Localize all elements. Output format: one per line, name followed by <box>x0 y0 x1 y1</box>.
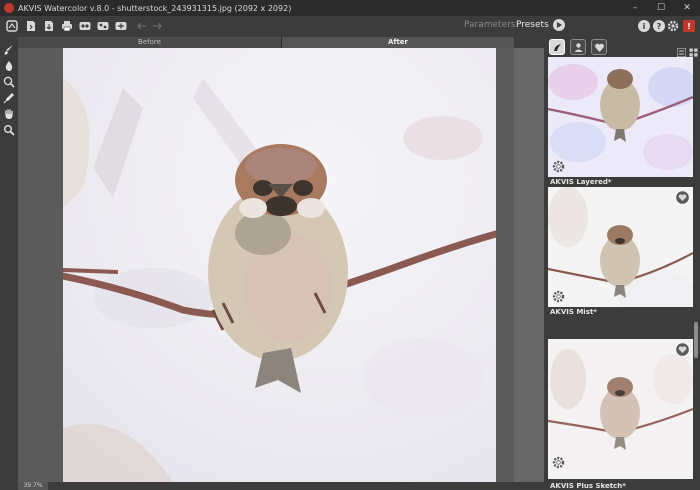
presets-scrollbar[interactable] <box>694 58 698 488</box>
share-icon[interactable] <box>97 20 109 32</box>
favorites-icon[interactable] <box>591 39 607 55</box>
favorite-heart-icon[interactable] <box>676 343 689 356</box>
brush-icon[interactable] <box>3 41 15 55</box>
preset-item[interactable]: AKVIS Layered* <box>548 57 693 187</box>
zoom-level[interactable]: 39.7% <box>18 482 48 490</box>
preset-settings-gear-icon[interactable] <box>552 160 565 173</box>
all-presets-icon[interactable] <box>549 39 565 55</box>
status-bar: 39.7% <box>18 482 544 490</box>
presets-panel: AKVIS Layered* AKVIS Mist* AKVIS Plus Sk… <box>546 36 700 490</box>
eyedropper-icon[interactable] <box>3 89 15 104</box>
settings-gear-icon[interactable] <box>667 20 679 32</box>
batch-icon[interactable] <box>79 20 91 32</box>
info-icon[interactable]: i <box>638 20 650 32</box>
open-file-icon[interactable] <box>25 20 37 32</box>
redo-icon[interactable] <box>151 20 163 32</box>
sponge-icon[interactable] <box>3 73 15 88</box>
preset-settings-gear-icon[interactable] <box>552 456 565 469</box>
close-button[interactable]: ✕ <box>674 0 700 16</box>
preset-name: AKVIS Plus Sketch* <box>550 483 626 490</box>
help-icon[interactable]: ? <box>653 20 665 32</box>
preset-name: AKVIS Layered* <box>550 178 612 186</box>
tab-after[interactable]: After <box>282 37 514 48</box>
print-icon[interactable] <box>61 20 73 32</box>
run-button[interactable] <box>553 19 565 31</box>
app-logo-icon <box>4 3 14 13</box>
image-canvas[interactable] <box>18 48 514 482</box>
maximize-button[interactable]: ☐ <box>648 0 674 16</box>
zoom-icon[interactable] <box>3 121 15 136</box>
user-presets-icon[interactable] <box>570 39 586 55</box>
title-bar: AKVIS Watercolor v.8.0 - shutterstock_24… <box>0 0 700 16</box>
preset-thumbnail[interactable] <box>548 339 693 479</box>
canvas-side-margin <box>514 48 544 482</box>
tools-panel <box>0 36 18 490</box>
presets-scroll-thumb[interactable] <box>694 322 698 358</box>
watercolor-image[interactable] <box>63 48 496 482</box>
favorite-heart-icon[interactable] <box>676 191 689 204</box>
preset-name: AKVIS Mist* <box>550 308 597 316</box>
plugin-icon[interactable] <box>115 20 127 32</box>
preset-thumbnail[interactable] <box>548 187 693 307</box>
home-icon[interactable] <box>6 20 18 32</box>
tab-before[interactable]: Before <box>18 37 282 48</box>
hand-icon[interactable] <box>3 105 15 119</box>
tab-presets[interactable]: Presets <box>516 20 549 30</box>
notification-icon[interactable]: ! <box>683 20 695 32</box>
preset-item[interactable]: AKVIS Plus Sketch* <box>548 339 693 490</box>
window-controls: – ☐ ✕ <box>622 0 700 16</box>
grid-view-icon[interactable] <box>689 42 698 57</box>
preset-settings-gear-icon[interactable] <box>552 290 565 303</box>
drop-icon[interactable] <box>3 57 15 71</box>
preset-thumbnail[interactable] <box>548 57 693 177</box>
save-file-icon[interactable] <box>43 20 55 32</box>
minimize-button[interactable]: – <box>622 0 648 16</box>
before-after-tabs: Before After <box>18 37 514 48</box>
window-title: AKVIS Watercolor v.8.0 - shutterstock_24… <box>18 3 292 13</box>
preset-item[interactable]: AKVIS Mist* <box>548 187 693 317</box>
list-view-icon[interactable] <box>676 42 687 58</box>
undo-icon[interactable] <box>136 20 148 32</box>
tab-parameters[interactable]: Parameters <box>464 20 516 30</box>
main-toolbar: Parameters Presets i ? ! <box>0 16 700 36</box>
app-window: AKVIS Watercolor v.8.0 - shutterstock_24… <box>0 0 700 490</box>
